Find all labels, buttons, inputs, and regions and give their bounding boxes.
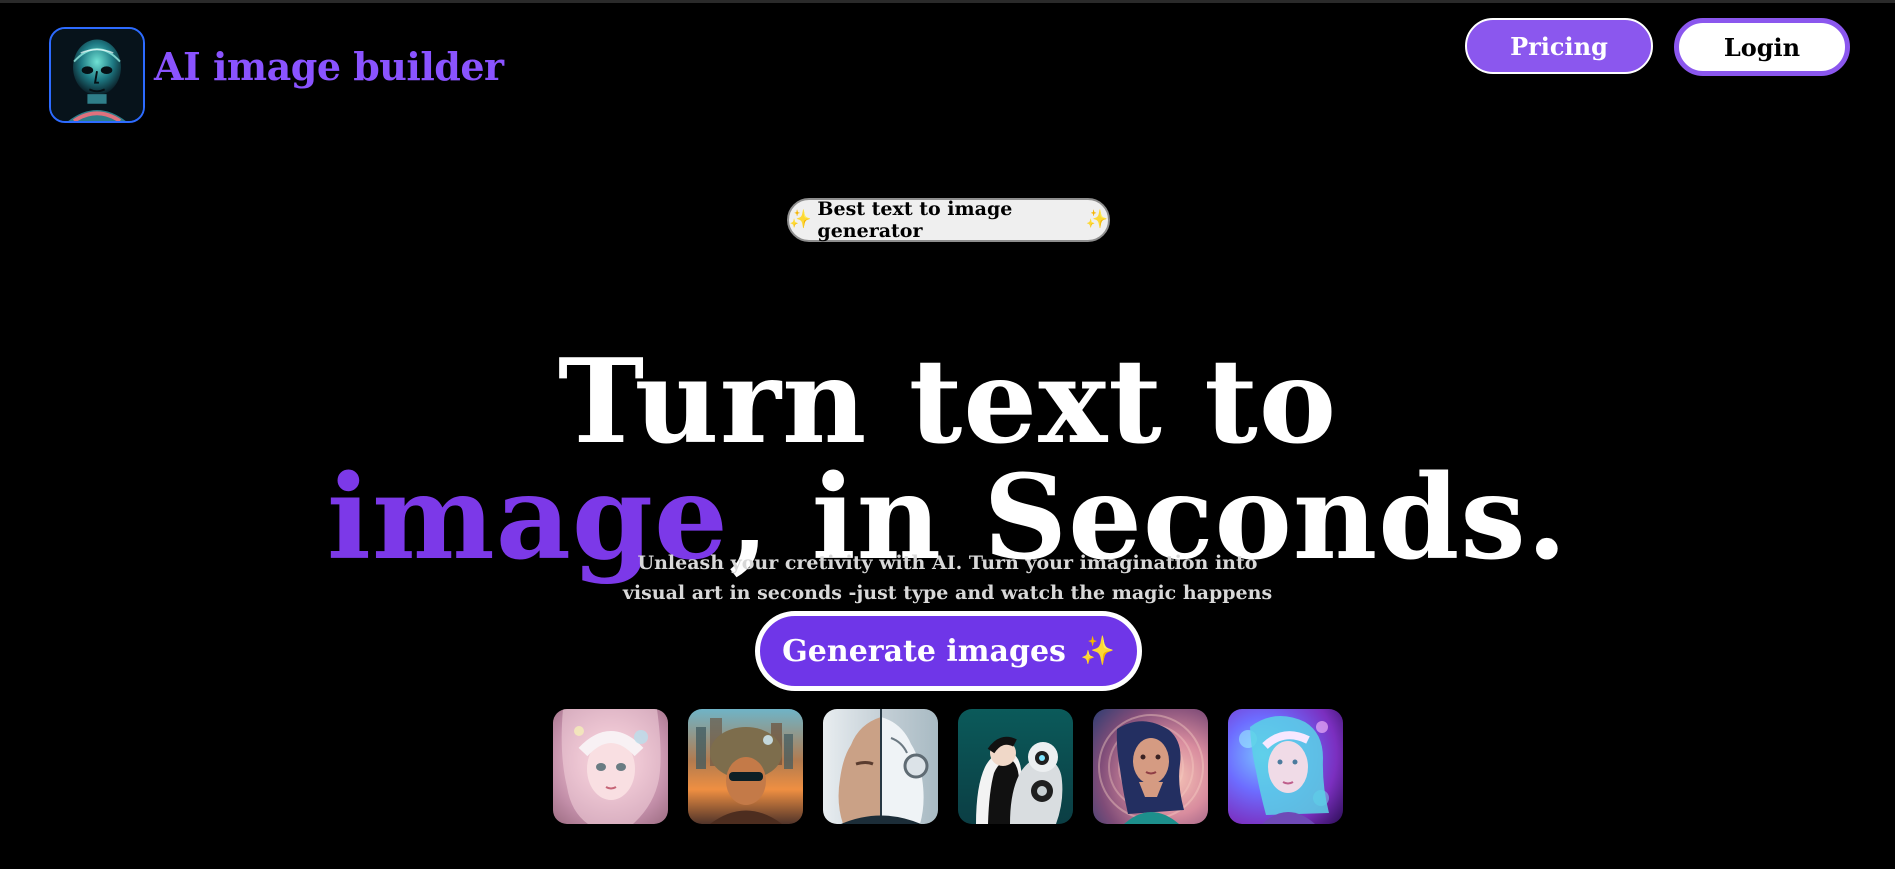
gallery-image[interactable] <box>958 709 1073 824</box>
hero-subtext-line-1: Unleash your cretivity with AI. Turn you… <box>637 552 1258 574</box>
hero-badge: ✨ Best text to image generator ✨ <box>787 198 1110 242</box>
hero-badge-text: Best text to image generator <box>817 198 1013 242</box>
sparkle-icon: ✨ <box>1085 209 1108 230</box>
gallery-image[interactable] <box>1228 709 1343 824</box>
hero-subtext-line-2: visual art in seconds -just type and wat… <box>622 582 1273 604</box>
gallery-image[interactable] <box>688 709 803 824</box>
sparkle-icon: ✨ <box>789 209 812 230</box>
hero-heading: Turn text to image, in Seconds. <box>0 344 1895 576</box>
robot-face-icon <box>51 29 143 121</box>
gallery-image[interactable] <box>553 709 668 824</box>
generate-images-button[interactable]: Generate images ✨ <box>755 611 1142 691</box>
generate-images-label: Generate images <box>782 633 1066 669</box>
hero-subtext: Unleash your cretivity with AI. Turn you… <box>0 548 1895 608</box>
image-gallery <box>553 709 1346 824</box>
site-header: AI image builder Pricing Login <box>0 0 1895 140</box>
login-button[interactable]: Login <box>1674 18 1850 76</box>
hero-line-1: Turn text to <box>557 333 1338 470</box>
brand-name[interactable]: AI image builder <box>154 44 504 89</box>
pricing-button[interactable]: Pricing <box>1465 18 1653 74</box>
logo[interactable] <box>49 27 145 123</box>
gallery-image[interactable] <box>1093 709 1208 824</box>
gallery-image[interactable] <box>823 709 938 824</box>
sparkle-icon: ✨ <box>1079 634 1115 667</box>
